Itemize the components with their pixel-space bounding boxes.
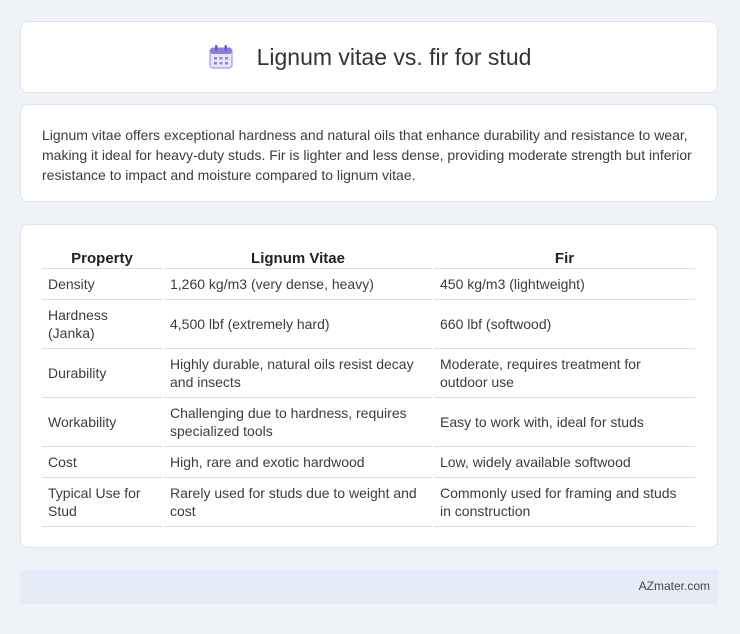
- title-card: Lignum vitae vs. fir for stud: [20, 21, 718, 93]
- table-cell: Typical Use for Stud: [42, 478, 162, 527]
- calendar-icon: [208, 45, 233, 69]
- footer-brand[interactable]: AZmater.com: [639, 579, 710, 593]
- description-card: Lignum vitae offers exceptional hardness…: [20, 104, 718, 202]
- table-cell: 660 lbf (softwood): [434, 300, 695, 349]
- comparison-table: Property Lignum Vitae Fir Density 1,260 …: [40, 243, 697, 527]
- table-cell: High, rare and exotic hardwood: [164, 447, 432, 478]
- table-cell: 450 kg/m3 (lightweight): [434, 269, 695, 300]
- description-text: Lignum vitae offers exceptional hardness…: [42, 127, 692, 183]
- footer-bar: AZmater.com: [20, 570, 718, 604]
- page-title: Lignum vitae vs. fir for stud: [256, 43, 532, 70]
- table-cell: Commonly used for framing and studs in c…: [434, 478, 695, 527]
- table-row: Hardness (Janka) 4,500 lbf (extremely ha…: [42, 300, 695, 349]
- table-cell: Highly durable, natural oils resist deca…: [164, 349, 432, 398]
- table-cell: Durability: [42, 349, 162, 398]
- table-cell: Challenging due to hardness, requires sp…: [164, 398, 432, 447]
- table-cell: Workability: [42, 398, 162, 447]
- table-cell: 1,260 kg/m3 (very dense, heavy): [164, 269, 432, 300]
- table-row: Cost High, rare and exotic hardwood Low,…: [42, 447, 695, 478]
- table-cell: Easy to work with, ideal for studs: [434, 398, 695, 447]
- table-row: Density 1,260 kg/m3 (very dense, heavy) …: [42, 269, 695, 300]
- table-cell: Rarely used for studs due to weight and …: [164, 478, 432, 527]
- table-cell: 4,500 lbf (extremely hard): [164, 300, 432, 349]
- table-cell: Low, widely available softwood: [434, 447, 695, 478]
- comparison-table-card: Property Lignum Vitae Fir Density 1,260 …: [20, 224, 718, 548]
- table-row: Durability Highly durable, natural oils …: [42, 349, 695, 398]
- column-header: Fir: [434, 243, 695, 269]
- table-header-row: Property Lignum Vitae Fir: [42, 243, 695, 269]
- table-cell: Hardness (Janka): [42, 300, 162, 349]
- table-cell: Density: [42, 269, 162, 300]
- column-header: Lignum Vitae: [164, 243, 432, 269]
- table-cell: Cost: [42, 447, 162, 478]
- table-row: Typical Use for Stud Rarely used for stu…: [42, 478, 695, 527]
- table-cell: Moderate, requires treatment for outdoor…: [434, 349, 695, 398]
- table-row: Workability Challenging due to hardness,…: [42, 398, 695, 447]
- column-header: Property: [42, 243, 162, 269]
